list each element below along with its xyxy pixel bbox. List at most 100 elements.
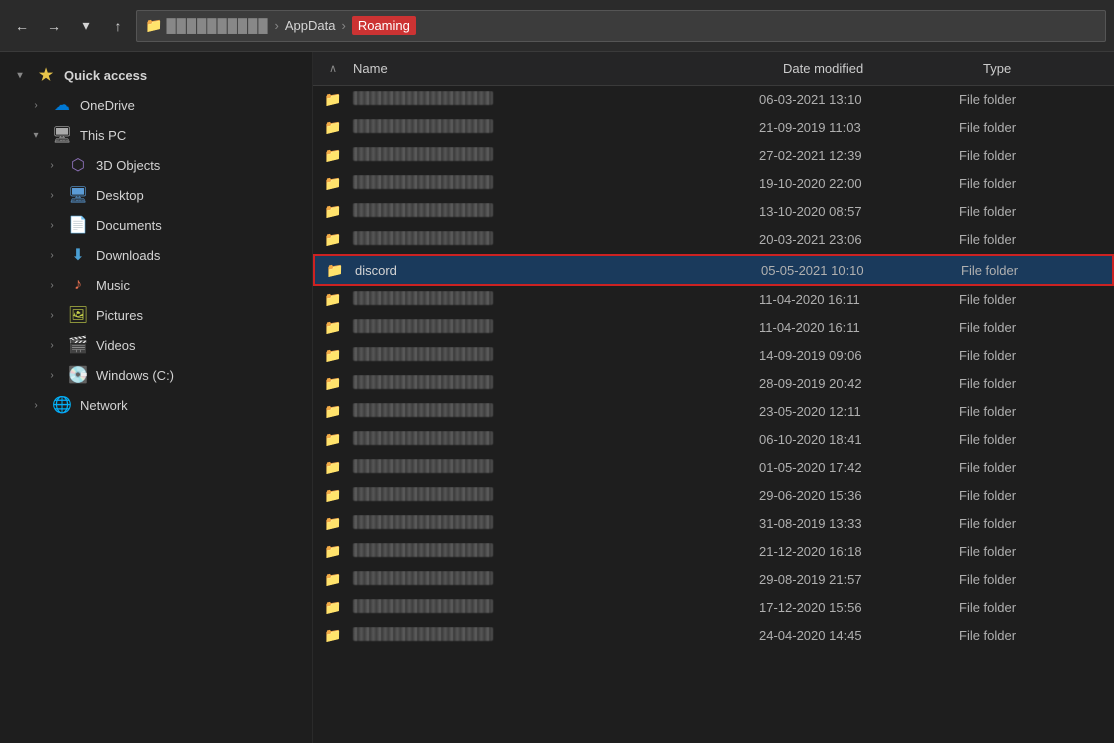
this-pc-arrow: ▾: [28, 130, 44, 141]
table-row[interactable]: 📁23-05-2020 12:11File folder: [313, 398, 1114, 426]
column-date-header[interactable]: Date modified: [775, 61, 975, 76]
file-date: 01-05-2020 17:42: [751, 460, 951, 475]
file-name: [345, 543, 751, 560]
address-current[interactable]: Roaming: [352, 16, 416, 35]
sidebar-item-downloads[interactable]: › ⬇ Downloads: [0, 240, 312, 270]
main-container: ▾ ★ Quick access › ☁ OneDrive ▾ 🖥 This P…: [0, 52, 1114, 743]
table-row[interactable]: 📁 28-09-2019 20:42File folder: [313, 370, 1114, 398]
table-row[interactable]: 📁13-10-2020 08:57File folder: [313, 198, 1114, 226]
file-type: File folder: [951, 120, 1106, 135]
music-arrow: ›: [44, 280, 60, 291]
videos-arrow: ›: [44, 340, 60, 351]
table-row[interactable]: 📁21-12-2020 16:18File folder: [313, 538, 1114, 566]
folder-icon: 📁: [321, 599, 345, 616]
music-icon: ♪: [68, 275, 88, 295]
table-row[interactable]: 📁29-06-2020 15:36File folder: [313, 482, 1114, 510]
forward-button[interactable]: →: [40, 12, 68, 40]
folder-icon: 📁: [321, 627, 345, 644]
desktop-arrow: ›: [44, 190, 60, 201]
file-date: 28-09-2019 20:42: [751, 376, 951, 391]
file-type: File folder: [951, 516, 1106, 531]
sidebar: ▾ ★ Quick access › ☁ OneDrive ▾ 🖥 This P…: [0, 52, 313, 743]
cloud-icon: ☁: [52, 95, 72, 115]
table-row[interactable]: 📁11-04-2020 16:11File folder: [313, 314, 1114, 342]
file-date: 29-08-2019 21:57: [751, 572, 951, 587]
table-row[interactable]: 📁29-08-2019 21:57File folder: [313, 566, 1114, 594]
address-hidden: ██████████: [166, 18, 268, 33]
file-date: 13-10-2020 08:57: [751, 204, 951, 219]
up-button[interactable]: ↑: [104, 12, 132, 40]
table-row[interactable]: 📁19-10-2020 22:00File folder: [313, 170, 1114, 198]
folder-icon: 📁: [321, 291, 345, 308]
table-row[interactable]: 📁11-04-2020 16:11File folder: [313, 286, 1114, 314]
sidebar-item-music[interactable]: › ♪ Music: [0, 270, 312, 300]
column-name-header[interactable]: Name: [345, 61, 775, 76]
folder-icon: 📁: [321, 375, 345, 392]
file-date: 19-10-2020 22:00: [751, 176, 951, 191]
file-name: [345, 291, 751, 308]
back-button[interactable]: ←: [8, 12, 36, 40]
sidebar-item-quick-access[interactable]: ▾ ★ Quick access: [0, 60, 312, 90]
folder-icon: 📁: [321, 119, 345, 136]
file-date: 06-10-2020 18:41: [751, 432, 951, 447]
computer-icon: 🖥: [52, 125, 72, 145]
folder-icon: 📁: [321, 203, 345, 220]
folder-icon: 📁: [321, 431, 345, 448]
sidebar-item-network[interactable]: › 🌐 Network: [0, 390, 312, 420]
table-row[interactable]: 📁27-02-2021 12:39File folder: [313, 142, 1114, 170]
file-name: [345, 571, 751, 588]
windows-arrow: ›: [44, 370, 60, 381]
quick-access-label: Quick access: [64, 68, 300, 83]
desktop-label: Desktop: [96, 188, 300, 203]
file-name: [345, 147, 751, 164]
sidebar-item-3d-objects[interactable]: › ⬡ 3D Objects: [0, 150, 312, 180]
file-type: File folder: [951, 376, 1106, 391]
star-icon: ★: [36, 65, 56, 85]
sidebar-item-this-pc[interactable]: ▾ 🖥 This PC: [0, 120, 312, 150]
windows-label: Windows (C:): [96, 368, 300, 383]
file-date: 06-03-2021 13:10: [751, 92, 951, 107]
table-row[interactable]: 📁20-03-2021 23:06File folder: [313, 226, 1114, 254]
file-date: 14-09-2019 09:06: [751, 348, 951, 363]
address-bar[interactable]: 📁 ██████████ › AppData › Roaming: [136, 10, 1106, 42]
folder-icon: 📁: [321, 515, 345, 532]
desktop-icon: 🖥: [68, 185, 88, 205]
file-date: 21-12-2020 16:18: [751, 544, 951, 559]
table-row[interactable]: 📁17-12-2020 15:56File folder: [313, 594, 1114, 622]
sidebar-item-desktop[interactable]: › 🖥 Desktop: [0, 180, 312, 210]
file-name: [345, 487, 751, 504]
table-row[interactable]: 📁31-08-2019 13:33File folder: [313, 510, 1114, 538]
file-type: File folder: [951, 148, 1106, 163]
table-row[interactable]: 📁06-03-2021 13:10File folder: [313, 86, 1114, 114]
table-row[interactable]: 📁14-09-2019 09:06File folder: [313, 342, 1114, 370]
table-row[interactable]: 📁24-04-2020 14:45File folder: [313, 622, 1114, 650]
sidebar-item-documents[interactable]: › 📄 Documents: [0, 210, 312, 240]
file-date: 05-05-2021 10:10: [753, 263, 953, 278]
column-type-header[interactable]: Type: [975, 61, 1106, 76]
content-area: ∧ Name Date modified Type 📁06-03-2021 13…: [313, 52, 1114, 743]
sidebar-item-pictures[interactable]: › 🖼 Pictures: [0, 300, 312, 330]
table-row[interactable]: 📁06-10-2020 18:41File folder: [313, 426, 1114, 454]
file-name: [345, 175, 751, 192]
sidebar-item-videos[interactable]: › 🎬 Videos: [0, 330, 312, 360]
folder-icon: 📁: [321, 543, 345, 560]
onedrive-arrow: ›: [28, 100, 44, 111]
file-date: 11-04-2020 16:11: [751, 320, 951, 335]
table-row[interactable]: 📁01-05-2020 17:42File folder: [313, 454, 1114, 482]
file-name: [345, 319, 751, 336]
3d-arrow: ›: [44, 160, 60, 171]
file-type: File folder: [951, 404, 1106, 419]
file-date: 27-02-2021 12:39: [751, 148, 951, 163]
folder-icon: 📁: [321, 459, 345, 476]
documents-arrow: ›: [44, 220, 60, 231]
file-name: [345, 347, 751, 364]
table-row[interactable]: 📁discord05-05-2021 10:10File folder: [313, 254, 1114, 286]
sidebar-item-windows[interactable]: › 💽 Windows (C:): [0, 360, 312, 390]
separator-1: ›: [275, 18, 279, 33]
downloads-label: Downloads: [96, 248, 300, 263]
dropdown-button[interactable]: ▾: [72, 12, 100, 40]
sidebar-item-onedrive[interactable]: › ☁ OneDrive: [0, 90, 312, 120]
table-row[interactable]: 📁21-09-2019 11:03File folder: [313, 114, 1114, 142]
folder-icon: 📁: [321, 403, 345, 420]
address-appdata[interactable]: AppData: [285, 18, 336, 33]
